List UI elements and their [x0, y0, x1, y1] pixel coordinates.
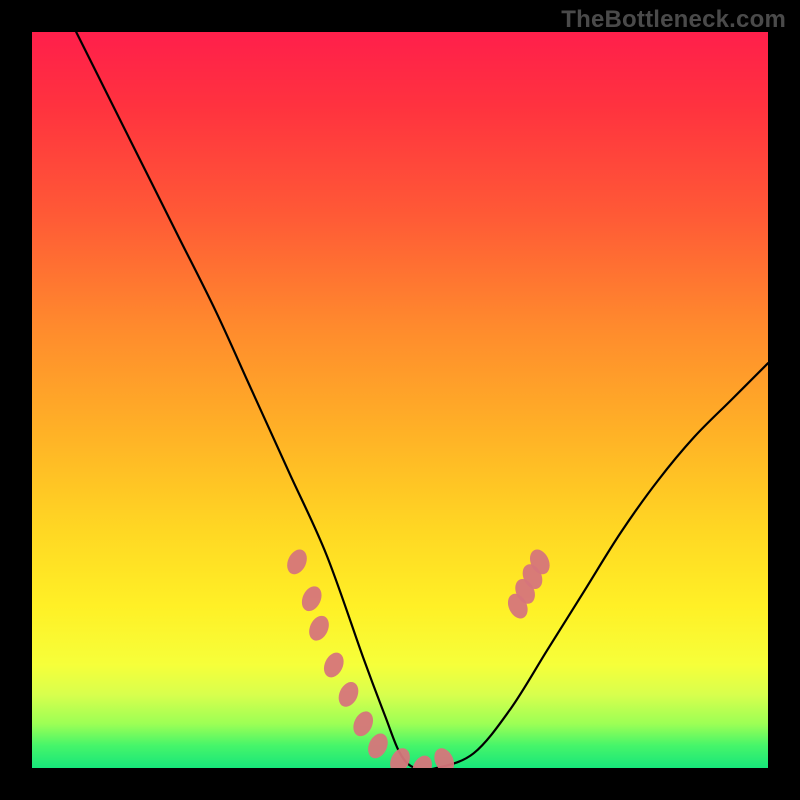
plot-area	[32, 32, 768, 768]
curve-layer	[32, 32, 768, 768]
watermark-label: TheBottleneck.com	[561, 6, 786, 34]
marker-dot	[320, 649, 347, 680]
marker-dot	[408, 752, 435, 768]
marker-dot	[283, 546, 310, 577]
bottleneck-curve	[76, 32, 768, 768]
marker-dot	[350, 708, 377, 739]
chart-frame: TheBottleneck.com	[0, 0, 800, 800]
marker-dot	[364, 730, 391, 761]
marker-group	[283, 546, 553, 768]
marker-dot	[298, 583, 325, 614]
marker-dot	[431, 745, 458, 768]
marker-dot	[305, 613, 332, 644]
marker-dot	[335, 679, 362, 710]
